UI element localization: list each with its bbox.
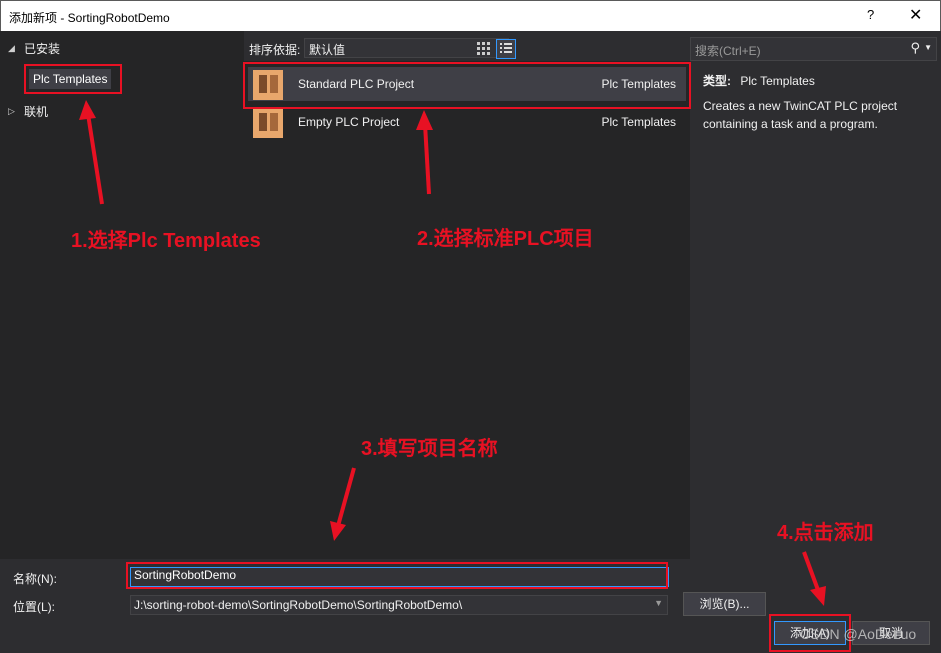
watermark: CSDN @AoDeLuo [800,626,917,642]
title-bar: 添加新项 - SortingRobotDemo ? ✕ [0,0,941,31]
annotation-step-3: 3.填写项目名称 [361,438,498,460]
list-view-icon [500,43,512,53]
template-category: Plc Templates [601,77,676,91]
template-name: Standard PLC Project [298,77,415,91]
template-item-empty[interactable]: Empty PLC Project Plc Templates [248,105,686,139]
browse-button[interactable]: 浏览(B)... [683,592,766,616]
sort-value: 默认值 [309,43,346,57]
plc-project-icon [253,70,283,100]
search-input[interactable]: 搜索(Ctrl+E) ⚲ ▼ [690,37,937,61]
grid-view-button[interactable] [474,39,492,57]
help-button[interactable]: ? [867,7,874,22]
annotation-step-2: 2.选择标准PLC项目 [417,228,594,250]
annotation-step-4: 4.点击添加 [777,522,874,544]
template-item-standard[interactable]: Standard PLC Project Plc Templates [248,67,686,101]
type-label: 类型: [703,74,731,88]
tree-item-plc-templates[interactable]: Plc Templates [29,69,112,89]
template-name: Empty PLC Project [298,115,400,129]
window-title: 添加新项 - SortingRobotDemo [9,11,170,25]
tree-node-online[interactable]: ▷ 联机 [8,103,48,120]
location-dropdown[interactable]: J:\sorting-robot-demo\SortingRobotDemo\S… [130,595,668,615]
tree-label-online: 联机 [24,105,49,119]
category-tree: ◢ 已安装 Plc Templates ▷ 联机 [0,31,244,559]
chevron-down-icon[interactable]: ▼ [924,43,932,52]
search-icon[interactable]: ⚲ [910,40,920,56]
location-label: 位置(L): [13,600,56,614]
search-placeholder: 搜索(Ctrl+E) [695,44,761,58]
sort-label: 排序依据: [249,43,301,57]
close-button[interactable]: ✕ [909,5,922,25]
collapsed-triangle-icon[interactable]: ▷ [8,106,18,117]
chevron-down-icon: ▼ [654,598,663,608]
annotation-step-1: 1.选择Plc Templates [71,230,261,252]
details-panel: 搜索(Ctrl+E) ⚲ ▼ 类型: Plc Templates Creates… [690,31,941,559]
name-label: 名称(N): [13,572,57,586]
location-value: J:\sorting-robot-demo\SortingRobotDemo\S… [134,598,463,612]
sort-toolbar: 排序依据: 默认值 ▼ [244,31,690,61]
list-view-button[interactable] [496,39,516,59]
template-type: 类型: Plc Templates [703,72,815,89]
tree-label-installed: 已安装 [24,42,61,56]
template-list: Standard PLC Project Plc Templates Empty… [244,61,690,559]
grid-view-icon [477,42,490,55]
name-input[interactable]: SortingRobotDemo [130,567,669,587]
plc-project-icon [253,108,283,138]
template-category: Plc Templates [601,115,676,129]
template-description: Creates a new TwinCAT PLC project contai… [703,99,898,131]
expanded-triangle-icon[interactable]: ◢ [8,43,18,54]
tree-node-installed[interactable]: ◢ 已安装 [8,40,60,57]
type-value: Plc Templates [740,74,815,88]
